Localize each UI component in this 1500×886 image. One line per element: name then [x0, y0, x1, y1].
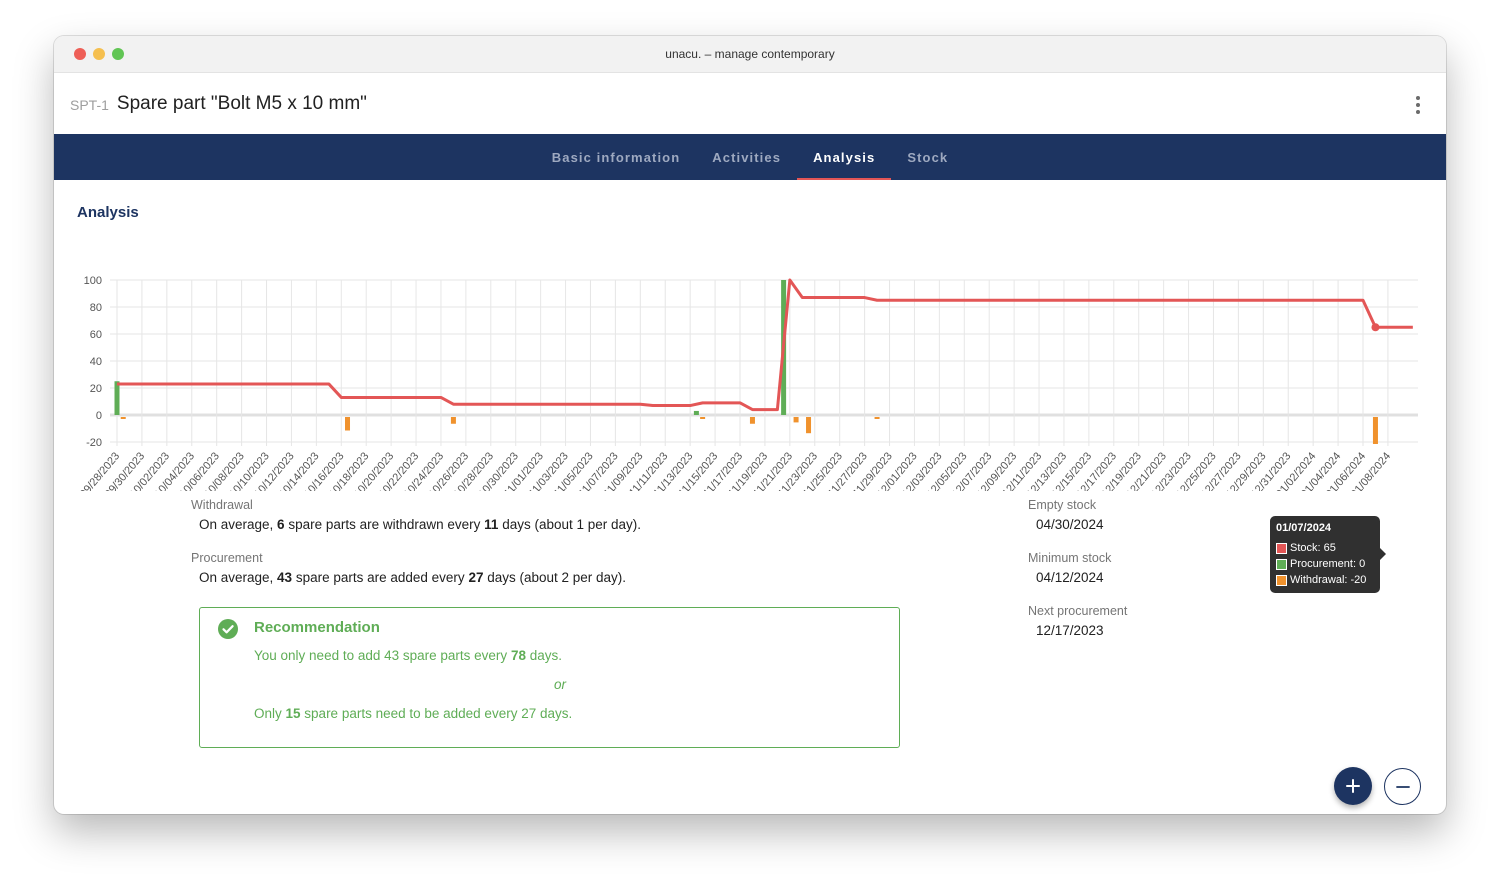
check-circle-icon: [218, 619, 238, 639]
maximize-window-button[interactable]: [112, 48, 124, 60]
chart-svg: 100806040200-2009/28/202309/30/202310/02…: [78, 275, 1418, 491]
withdrawal-bar: [749, 417, 755, 424]
page-title: Spare part "Bolt M5 x 10 mm": [116, 92, 367, 114]
next-procurement-value: 12/17/2023: [1036, 623, 1104, 638]
tab-stock[interactable]: Stock: [891, 134, 964, 180]
withdrawal-bar: [700, 417, 706, 419]
part-code: SPT-1: [70, 96, 109, 113]
window-title: unacu. – manage contemporary: [665, 47, 835, 61]
recommendation-title: Recommendation: [254, 619, 380, 636]
withdrawal-bar: [793, 417, 799, 423]
withdrawal-label: Withdrawal: [191, 498, 253, 512]
recommendation-option-1: You only need to add 43 spare parts ever…: [254, 648, 562, 663]
y-tick-label: 60: [90, 329, 102, 341]
withdrawal-bar: [345, 417, 351, 431]
y-tick-label: 80: [90, 302, 102, 314]
app-window: unacu. – manage contemporary SPT-1 Spare…: [54, 36, 1446, 814]
next-procurement-stat: Next procurement 12/17/2023: [1028, 604, 1328, 638]
y-tick-label: -20: [86, 437, 102, 449]
withdrawal-bar: [1372, 417, 1378, 444]
empty-stock-stat: Empty stock 04/30/2024: [1028, 498, 1328, 532]
recommendation-box: Recommendation You only need to add 43 s…: [199, 607, 900, 748]
stock-chart[interactable]: 100 80 60 40 20 0 -20 09/28/2023 09/30/2023 10/02…: [54, 231, 1446, 593]
withdrawal-bar: [120, 417, 126, 419]
tab-analysis[interactable]: Analysis: [797, 134, 892, 180]
tab-basic-information[interactable]: Basic information: [536, 134, 697, 180]
tab-activities[interactable]: Activities: [696, 134, 797, 180]
forecast-panel: Empty stock 04/30/2024 Minimum stock 04/…: [1028, 498, 1328, 657]
minimum-stock-value: 04/12/2024: [1036, 570, 1104, 585]
close-window-button[interactable]: [74, 48, 86, 60]
recommendation-option-2: Only 15 spare parts need to be added eve…: [254, 706, 573, 721]
minimum-stock-stat: Minimum stock 04/12/2024: [1028, 551, 1328, 585]
withdrawal-text: On average, 6 spare parts are withdrawn …: [199, 517, 642, 532]
section-title: Analysis: [77, 204, 139, 221]
procurement-label: Procurement: [191, 551, 263, 565]
remove-button[interactable]: [1384, 768, 1421, 805]
withdrawal-bar: [874, 417, 880, 419]
page-header: SPT-1 Spare part "Bolt M5 x 10 mm": [54, 73, 1446, 134]
procurement-bar: [114, 381, 120, 415]
y-tick-label: 40: [90, 356, 102, 368]
y-tick-label: 100: [84, 275, 102, 287]
withdrawal-bar: [450, 417, 456, 424]
procurement-text: On average, 43 spare parts are added eve…: [199, 570, 627, 585]
minus-icon: [1395, 785, 1410, 788]
withdrawal-bar: [806, 417, 812, 434]
window-controls: [74, 48, 124, 60]
highlight-point: [1371, 323, 1380, 332]
averages-panel: Withdrawal On average, 6 spare parts are…: [191, 498, 891, 604]
title-bar: unacu. – manage contemporary: [54, 36, 1446, 73]
add-button[interactable]: [1334, 767, 1372, 805]
procurement-stat: Procurement On average, 43 spare parts a…: [191, 551, 891, 585]
y-tick-label: 0: [96, 410, 102, 422]
more-vert-icon[interactable]: [1412, 96, 1424, 114]
tab-bar: Basic information Activities Analysis St…: [54, 134, 1446, 180]
recommendation-or: or: [554, 677, 567, 692]
empty-stock-value: 04/30/2024: [1036, 517, 1104, 532]
minimum-stock-label: Minimum stock: [1028, 551, 1112, 565]
plus-icon: [1346, 779, 1360, 793]
procurement-bar: [693, 410, 699, 415]
empty-stock-label: Empty stock: [1028, 498, 1097, 512]
next-procurement-label: Next procurement: [1028, 604, 1128, 618]
withdrawal-stat: Withdrawal On average, 6 spare parts are…: [191, 498, 891, 532]
y-tick-label: 20: [90, 383, 102, 395]
minimize-window-button[interactable]: [93, 48, 105, 60]
